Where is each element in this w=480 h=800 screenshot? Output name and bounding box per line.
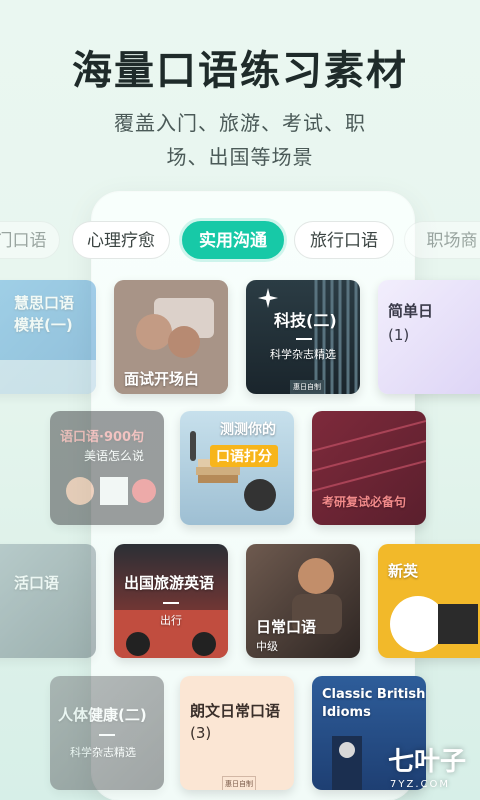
card-life-speaking[interactable]: 活口语 xyxy=(0,544,96,658)
subtitle-line-2: 场、出国等场景 xyxy=(166,145,314,169)
card-simple-daily[interactable]: 简单日 (1) xyxy=(378,280,480,394)
tab-travel[interactable]: 旅行口语 xyxy=(294,221,394,259)
card-exam-retest[interactable]: 考研复试必备句 xyxy=(312,411,426,525)
watermark-text: 七叶子 xyxy=(387,747,466,777)
card-daily-speaking[interactable]: 日常口语 中级 xyxy=(246,544,360,658)
tab-business[interactable]: 职场商 xyxy=(404,221,480,259)
card-speaking-score[interactable]: 测测你的 口语打分 xyxy=(180,411,294,525)
page-subtitle: 覆盖入门、旅游、考试、职 场、出国等场景 xyxy=(0,106,480,174)
card-r1c0[interactable]: 慧思口语 模样(一) xyxy=(0,280,96,394)
sparkle-icon xyxy=(258,288,278,308)
card-body-health[interactable]: 人体健康(二) 科学杂志精选 xyxy=(50,676,164,790)
tab-intro[interactable]: 门口语 xyxy=(0,221,60,259)
card-900-sentences[interactable]: 语口语·900句 美语怎么说 xyxy=(50,411,164,525)
card-travel-english[interactable]: 出国旅游英语 出行 xyxy=(114,544,228,658)
card-new-english[interactable]: 新英 xyxy=(378,544,480,658)
subtitle-line-1: 覆盖入门、旅游、考试、职 xyxy=(114,111,366,135)
card-longman-daily[interactable]: 朗文日常口语 (3) 惠日自制 xyxy=(180,676,294,790)
watermark-domain: 7YZ.COM xyxy=(390,779,450,790)
tab-practical[interactable]: 实用沟通 xyxy=(182,221,284,259)
card-tech-2[interactable]: 科技(二) 科学杂志精选 惠日自制 xyxy=(246,280,360,394)
tab-psychology[interactable]: 心理疗愈 xyxy=(72,221,170,259)
card-interview-opening[interactable]: 面试开场白 xyxy=(114,280,228,394)
page-title: 海量口语练习素材 xyxy=(72,48,408,94)
category-tabs: 门口语 心理疗愈 实用沟通 旅行口语 职场商 xyxy=(0,221,480,261)
